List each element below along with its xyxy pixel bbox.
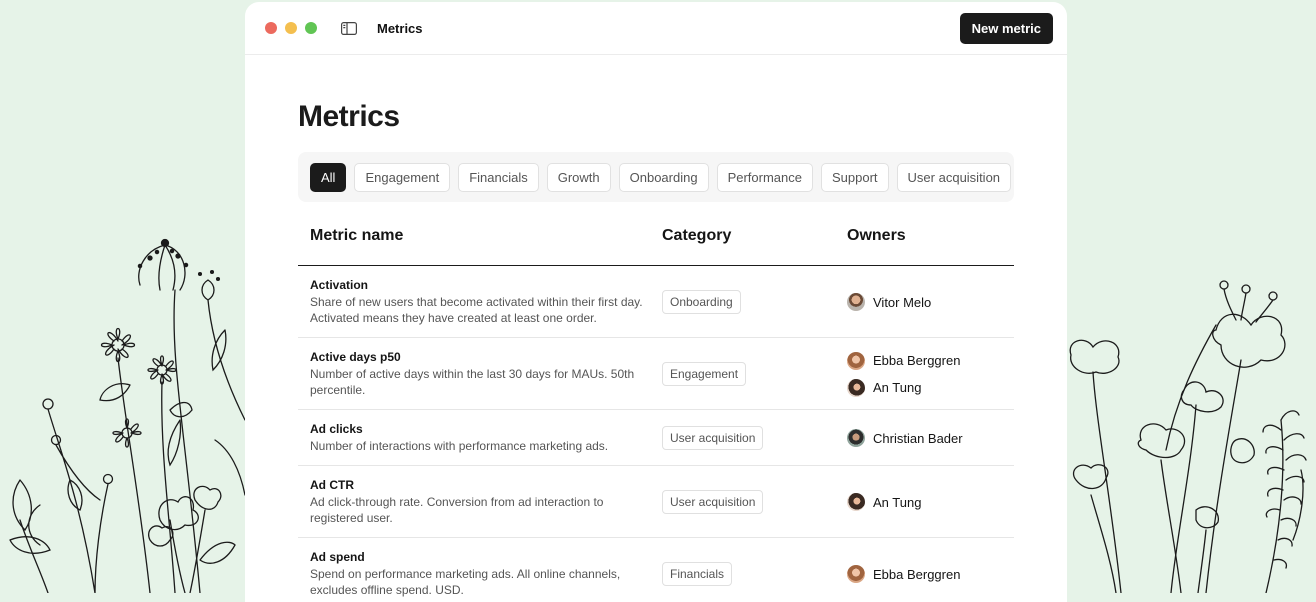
- filter-chip-engagement[interactable]: Engagement: [354, 163, 450, 192]
- metric-cell: Ad spend Spend on performance marketing …: [298, 538, 650, 602]
- filter-chip-onboarding[interactable]: Onboarding: [619, 163, 709, 192]
- owner[interactable]: An Tung: [847, 378, 1014, 398]
- owner-name: Ebba Berggren: [873, 353, 960, 368]
- filter-chip-growth[interactable]: Growth: [547, 163, 611, 192]
- table-row[interactable]: Active days p50 Number of active days wi…: [298, 338, 1014, 410]
- category-cell: Engagement: [650, 338, 835, 410]
- avatar: [847, 565, 865, 583]
- avatar: [847, 352, 865, 370]
- category-badge[interactable]: User acquisition: [662, 426, 763, 450]
- table-row[interactable]: Activation Share of new users that becom…: [298, 266, 1014, 338]
- column-header-metric-name[interactable]: Metric name: [298, 227, 650, 266]
- filter-chip-performance[interactable]: Performance: [717, 163, 813, 192]
- owners-cell: Vitor Melo: [835, 266, 1014, 338]
- owners-cell: An Tung: [835, 466, 1014, 538]
- metric-description: Share of new users that become activated…: [310, 294, 650, 326]
- owner-name: An Tung: [873, 380, 921, 395]
- category-badge[interactable]: Onboarding: [662, 290, 741, 314]
- minimize-window-button[interactable]: [285, 22, 297, 34]
- metric-name[interactable]: Ad spend: [310, 550, 650, 565]
- column-header-owners[interactable]: Owners: [835, 227, 1014, 266]
- metric-description: Spend on performance marketing ads. All …: [310, 566, 650, 598]
- table-row[interactable]: Ad spend Spend on performance marketing …: [298, 538, 1014, 602]
- owners-cell: Christian Bader: [835, 410, 1014, 466]
- main-content: Metrics All Engagement Financials Growth…: [298, 54, 1014, 602]
- app-window: Metrics New metric Metrics All Engagemen…: [245, 2, 1067, 602]
- owner[interactable]: Vitor Melo: [847, 292, 1014, 312]
- new-metric-button[interactable]: New metric: [960, 13, 1053, 44]
- metric-cell: Activation Share of new users that becom…: [298, 266, 650, 338]
- category-badge[interactable]: Engagement: [662, 362, 746, 386]
- metric-cell: Ad CTR Ad click-through rate. Conversion…: [298, 466, 650, 538]
- window-controls: [265, 22, 317, 34]
- avatar: [847, 429, 865, 447]
- category-filter-bar: All Engagement Financials Growth Onboard…: [298, 152, 1014, 202]
- column-header-category[interactable]: Category: [650, 227, 835, 266]
- sidebar-toggle-icon[interactable]: [341, 22, 357, 35]
- owner[interactable]: Ebba Berggren: [847, 564, 1014, 584]
- metric-cell: Ad clicks Number of interactions with pe…: [298, 410, 650, 466]
- metric-cell: Active days p50 Number of active days wi…: [298, 338, 650, 410]
- filter-chip-user-acquisition[interactable]: User acquisition: [897, 163, 1012, 192]
- filter-chip-support[interactable]: Support: [821, 163, 889, 192]
- window-title: Metrics: [377, 21, 423, 36]
- metric-name[interactable]: Ad clicks: [310, 422, 650, 437]
- category-badge[interactable]: Financials: [662, 562, 732, 586]
- metric-name[interactable]: Activation: [310, 278, 650, 293]
- maximize-window-button[interactable]: [305, 22, 317, 34]
- metric-name[interactable]: Active days p50: [310, 350, 650, 365]
- category-cell: User acquisition: [650, 466, 835, 538]
- close-window-button[interactable]: [265, 22, 277, 34]
- category-cell: Financials: [650, 538, 835, 602]
- category-cell: Onboarding: [650, 266, 835, 338]
- category-badge[interactable]: User acquisition: [662, 490, 763, 514]
- category-cell: User acquisition: [650, 410, 835, 466]
- owner-name: An Tung: [873, 495, 921, 510]
- owner-name: Ebba Berggren: [873, 567, 960, 582]
- table-header-row: Metric name Category Owners: [298, 227, 1014, 266]
- floral-decoration-left: [0, 0, 250, 593]
- avatar: [847, 493, 865, 511]
- owners-cell: Ebba Berggren An Tung: [835, 338, 1014, 410]
- owner-name: Vitor Melo: [873, 295, 931, 310]
- owner[interactable]: Christian Bader: [847, 428, 1014, 448]
- table-row[interactable]: Ad CTR Ad click-through rate. Conversion…: [298, 466, 1014, 538]
- metrics-table: Metric name Category Owners Activation S…: [298, 227, 1014, 602]
- owner-name: Christian Bader: [873, 431, 963, 446]
- owner[interactable]: An Tung: [847, 492, 1014, 512]
- table-row[interactable]: Ad clicks Number of interactions with pe…: [298, 410, 1014, 466]
- title-bar: Metrics New metric: [245, 2, 1067, 55]
- metric-description: Number of interactions with performance …: [310, 438, 650, 454]
- page-title: Metrics: [298, 100, 1014, 134]
- metric-description: Ad click-through rate. Conversion from a…: [310, 494, 650, 526]
- floral-decoration-right: [1066, 0, 1316, 593]
- metric-name[interactable]: Ad CTR: [310, 478, 650, 493]
- metric-description: Number of active days within the last 30…: [310, 366, 650, 398]
- filter-chip-financials[interactable]: Financials: [458, 163, 539, 192]
- avatar: [847, 379, 865, 397]
- filter-chip-all[interactable]: All: [310, 163, 346, 192]
- owners-cell: Ebba Berggren: [835, 538, 1014, 602]
- owner[interactable]: Ebba Berggren: [847, 351, 1014, 371]
- avatar: [847, 293, 865, 311]
